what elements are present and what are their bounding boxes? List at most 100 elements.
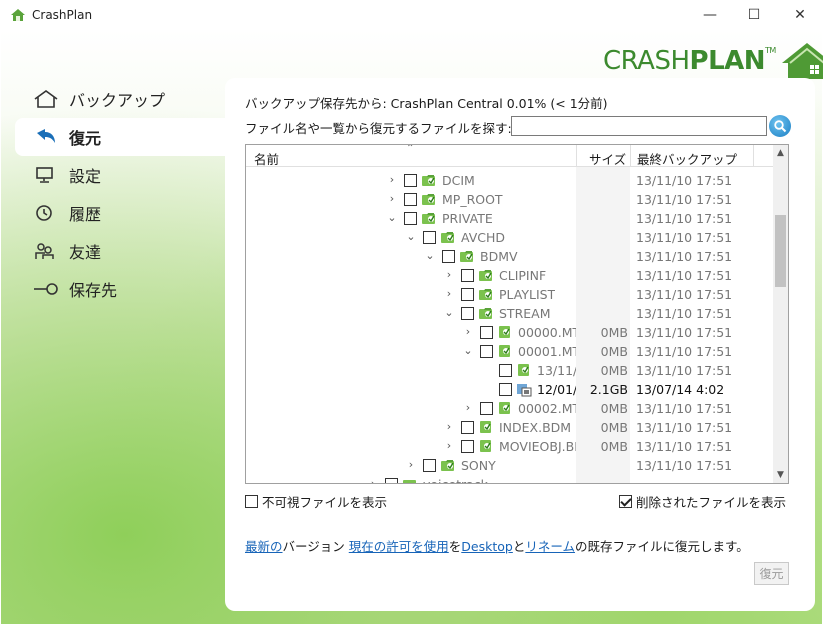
sidebar-item-label: 復元 bbox=[69, 129, 102, 148]
row-checkbox[interactable] bbox=[499, 364, 512, 377]
sidebar-item-settings[interactable]: 設定 bbox=[15, 156, 255, 194]
tree-row[interactable]: ⌄ STREAM 13/11/10 17:51 bbox=[246, 304, 773, 323]
column-header-size[interactable]: サイズ bbox=[576, 145, 628, 167]
tree-row[interactable]: › 00002.MTS 0MB 13/11/10 17:51 bbox=[246, 399, 773, 418]
chevron-down-icon[interactable]: ⌄ bbox=[462, 344, 474, 358]
row-checkbox[interactable] bbox=[461, 440, 474, 453]
row-name: SONY bbox=[461, 458, 496, 473]
scroll-thumb[interactable] bbox=[775, 215, 786, 287]
logo-tm: TM bbox=[765, 46, 776, 55]
chevron-down-icon[interactable]: ⌄ bbox=[443, 306, 455, 320]
row-checkbox[interactable] bbox=[404, 174, 417, 187]
tree-row[interactable]: › 00000.MTS 0MB 13/11/10 17:51 bbox=[246, 323, 773, 342]
tree-row[interactable]: › SONY 13/11/10 17:51 bbox=[246, 456, 773, 475]
row-checkbox[interactable] bbox=[480, 402, 493, 415]
logo-plan-text: PLAN bbox=[689, 46, 766, 76]
row-checkbox[interactable] bbox=[423, 459, 436, 472]
row-checkbox[interactable] bbox=[461, 421, 474, 434]
sidebar-item-friends[interactable]: 友達 bbox=[15, 232, 255, 270]
row-checkbox[interactable] bbox=[499, 383, 512, 396]
chevron-right-icon[interactable]: › bbox=[462, 401, 474, 415]
row-checkbox[interactable] bbox=[404, 193, 417, 206]
minimize-button[interactable]: — bbox=[687, 0, 733, 30]
search-button[interactable] bbox=[769, 115, 791, 137]
sidebar-item-backup[interactable]: バックアップ bbox=[15, 80, 255, 118]
show-hidden-option[interactable]: 不可視ファイルを表示 bbox=[245, 492, 387, 511]
monitor-icon bbox=[33, 164, 63, 186]
restore-description: 最新のバージョン 現在の許可を使用をDesktopとリネームの既存ファイルに復元… bbox=[245, 539, 749, 554]
row-size: 0MB bbox=[600, 439, 628, 454]
tree-row[interactable]: ⌄ BDMV 13/11/10 17:51 bbox=[246, 247, 773, 266]
chevron-down-icon[interactable]: ⌄ bbox=[424, 249, 436, 263]
sidebar-item-destination[interactable]: 保存先 bbox=[15, 270, 255, 308]
sidebar-item-history[interactable]: 履歴 bbox=[15, 194, 255, 232]
backup-source-text: バックアップ保存先から: CrashPlan Central 0.01% (< … bbox=[245, 96, 608, 111]
tree-row[interactable]: ⌄ 00001.MTS 0MB 13/11/10 17:51 bbox=[246, 342, 773, 361]
tree-row[interactable]: 13/11/10 17:51 0MB 13/11/10 17:51 bbox=[246, 361, 773, 380]
tree-scrollbar[interactable]: ▲ ▼ bbox=[773, 145, 788, 483]
destination-folder-link[interactable]: Desktop bbox=[461, 539, 513, 554]
row-checkbox[interactable] bbox=[480, 345, 493, 358]
chevron-down-icon[interactable]: ⌄ bbox=[386, 211, 398, 225]
row-checkbox[interactable] bbox=[385, 478, 398, 483]
logo-house-icon bbox=[781, 43, 823, 79]
scroll-down-icon[interactable]: ▼ bbox=[773, 467, 788, 483]
rename-link[interactable]: リネーム bbox=[525, 539, 575, 554]
sidebar-item-restore[interactable]: 復元 bbox=[15, 118, 230, 156]
row-checkbox[interactable] bbox=[461, 269, 474, 282]
row-size: 0MB bbox=[600, 420, 628, 435]
show-hidden-checkbox[interactable] bbox=[245, 495, 258, 508]
file-tree[interactable]: 名前 ⌃ サイズ 最終バックアップ › DCIM 13/11/10 17:51 … bbox=[245, 144, 789, 484]
row-checkbox[interactable] bbox=[423, 231, 436, 244]
row-name: voicetrack bbox=[423, 477, 488, 483]
row-name: DCIM bbox=[442, 173, 475, 188]
chevron-right-icon[interactable]: › bbox=[405, 458, 417, 472]
row-checkbox[interactable] bbox=[480, 326, 493, 339]
row-name: 13/11/10 17:51 bbox=[537, 363, 576, 378]
restore-panel: バックアップ保存先から: CrashPlan Central 0.01% (< … bbox=[225, 78, 815, 611]
column-header-name[interactable]: 名前 bbox=[254, 149, 279, 168]
version-link[interactable]: 最新の bbox=[245, 539, 283, 554]
row-checkbox[interactable] bbox=[442, 250, 455, 263]
chevron-down-icon[interactable]: ⌄ bbox=[405, 230, 417, 244]
chevron-right-icon[interactable]: › bbox=[386, 192, 398, 206]
title-bar: CrashPlan — ☐ ✕ bbox=[0, 0, 823, 30]
tree-row[interactable]: › DCIM 13/11/10 17:51 bbox=[246, 171, 773, 190]
sidebar-item-label: 保存先 bbox=[69, 281, 118, 300]
scroll-up-icon[interactable]: ▲ bbox=[773, 145, 788, 161]
maximize-button[interactable]: ☐ bbox=[731, 0, 777, 30]
row-date: 13/11/10 17:51 bbox=[636, 344, 733, 359]
show-deleted-checkbox[interactable] bbox=[619, 495, 632, 508]
file-version-disk-icon bbox=[517, 384, 532, 397]
chevron-right-icon[interactable]: › bbox=[443, 439, 455, 453]
chevron-right-icon[interactable]: › bbox=[443, 268, 455, 282]
chevron-right-icon[interactable]: › bbox=[386, 173, 398, 187]
tree-row[interactable]: › voicetrack bbox=[246, 475, 773, 483]
chevron-right-icon[interactable]: › bbox=[367, 477, 379, 483]
chevron-right-icon[interactable]: › bbox=[443, 420, 455, 434]
permission-link[interactable]: 現在の許可を使用 bbox=[349, 539, 449, 554]
tree-row[interactable]: ⌄ PRIVATE 13/11/10 17:51 bbox=[246, 209, 773, 228]
show-deleted-option[interactable]: 削除されたファイルを表示 bbox=[619, 492, 786, 511]
chevron-right-icon[interactable]: › bbox=[443, 287, 455, 301]
tree-row[interactable]: ⌄ AVCHD 13/11/10 17:51 bbox=[246, 228, 773, 247]
tree-row[interactable]: › CLIPINF 13/11/10 17:51 bbox=[246, 266, 773, 285]
tree-row[interactable]: › MP_ROOT 13/11/10 17:51 bbox=[246, 190, 773, 209]
restore-button[interactable]: 復元 bbox=[754, 562, 789, 585]
show-hidden-label: 不可視ファイルを表示 bbox=[262, 495, 388, 510]
row-checkbox[interactable] bbox=[461, 288, 474, 301]
tree-row[interactable]: › MOVIEOBJ.BDM 0MB 13/11/10 17:51 bbox=[246, 437, 773, 456]
row-checkbox[interactable] bbox=[461, 307, 474, 320]
row-checkbox[interactable] bbox=[404, 212, 417, 225]
column-header-date[interactable]: 最終バックアップ bbox=[630, 145, 753, 167]
tree-row[interactable]: › PLAYLIST 13/11/10 17:51 bbox=[246, 285, 773, 304]
row-name: 00001.MTS bbox=[518, 344, 576, 359]
chevron-right-icon[interactable]: › bbox=[462, 325, 474, 339]
tree-row[interactable]: 12/01/09 2.1GB 13/07/14 4:02 bbox=[246, 380, 773, 399]
search-input[interactable] bbox=[511, 116, 767, 136]
tree-row[interactable]: › INDEX.BDM 0MB 13/11/10 17:51 bbox=[246, 418, 773, 437]
sidebar-item-label: 設定 bbox=[69, 167, 102, 186]
close-button[interactable]: ✕ bbox=[777, 0, 823, 30]
close-icon: ✕ bbox=[794, 7, 806, 23]
row-date: 13/11/10 17:51 bbox=[636, 401, 733, 416]
